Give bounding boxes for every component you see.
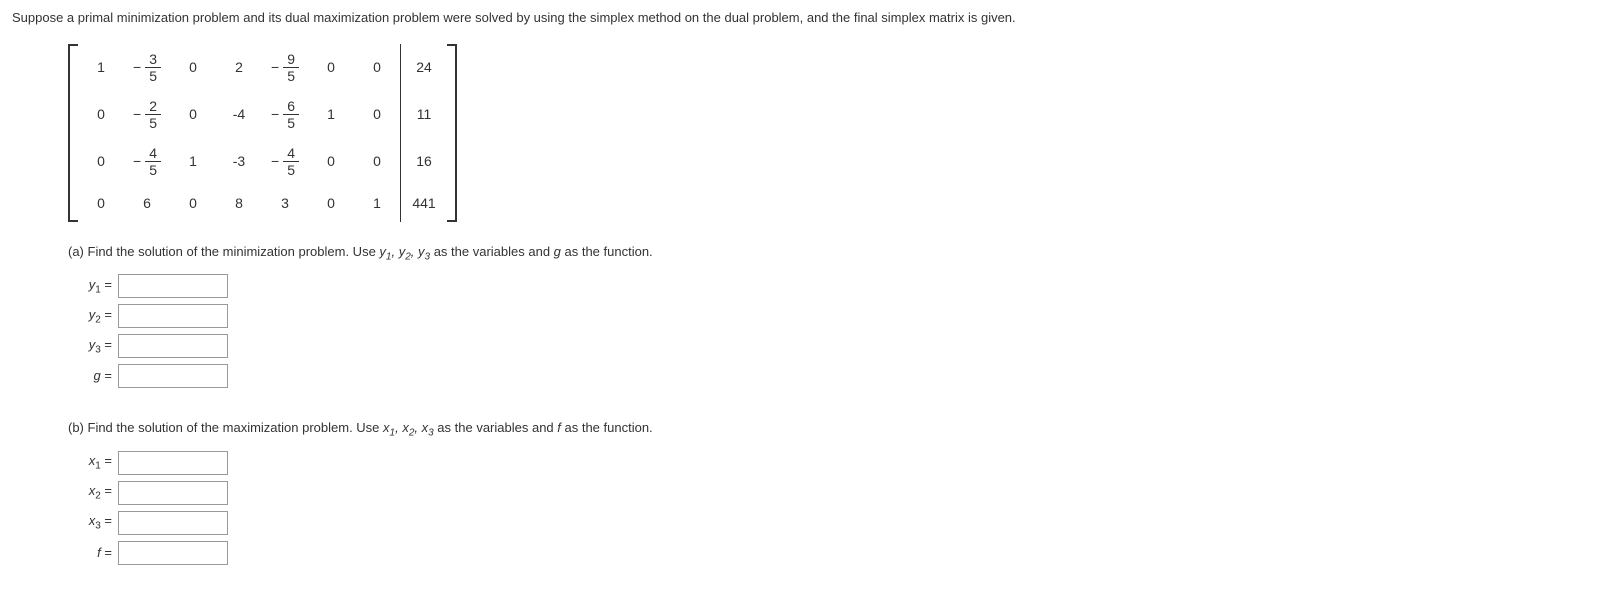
part-a-text: (a) Find the solution of the minimizatio…: [68, 242, 1590, 265]
g-input[interactable]: [118, 364, 228, 388]
problem-statement: Suppose a primal minimization problem an…: [12, 8, 1590, 28]
matrix-cell: 3: [262, 185, 308, 222]
matrix-cell: −45: [124, 138, 170, 185]
y3-row: y3 =: [68, 334, 1590, 358]
y2-row: y2 =: [68, 304, 1590, 328]
x3-input[interactable]: [118, 511, 228, 535]
x1-input[interactable]: [118, 451, 228, 475]
matrix-cell: 6: [124, 185, 170, 222]
matrix-cell: −65: [262, 91, 308, 138]
matrix-cell: −35: [124, 44, 170, 91]
matrix-row: 0−451-3−450016: [78, 138, 447, 185]
y3-input[interactable]: [118, 334, 228, 358]
matrix-cell: 0: [170, 185, 216, 222]
f-input[interactable]: [118, 541, 228, 565]
matrix-cell: 0: [170, 44, 216, 91]
part-b-vars: x1, x2, x3: [383, 420, 434, 435]
matrix-cell: 0: [78, 138, 124, 185]
matrix-row: 1−3502−950024: [78, 44, 447, 91]
f-row: f =: [68, 541, 1590, 565]
matrix-left-bracket: [68, 44, 78, 222]
x2-input[interactable]: [118, 481, 228, 505]
matrix-cell: 1: [308, 91, 354, 138]
matrix-cell: 1: [78, 44, 124, 91]
matrix-cell: 0: [78, 91, 124, 138]
matrix-cell: 441: [401, 185, 448, 222]
matrix-cell: 0: [308, 44, 354, 91]
matrix-cell: 0: [354, 138, 401, 185]
part-b-answers: x1 = x2 = x3 = f =: [68, 451, 1590, 565]
matrix-cell: −95: [262, 44, 308, 91]
matrix-cell: 0: [170, 91, 216, 138]
simplex-matrix: 1−3502−9500240−250-4−6510110−451-3−45001…: [68, 44, 1590, 222]
matrix-cell: 0: [308, 138, 354, 185]
matrix-cell: 1: [354, 185, 401, 222]
matrix-cell: -3: [216, 138, 262, 185]
matrix-cell: −45: [262, 138, 308, 185]
matrix-cell: −25: [124, 91, 170, 138]
y1-row: y1 =: [68, 274, 1590, 298]
matrix-cell: 16: [401, 138, 448, 185]
part-a-answers: y1 = y2 = y3 = g =: [68, 274, 1590, 388]
matrix-cell: 8: [216, 185, 262, 222]
matrix-cell: 0: [308, 185, 354, 222]
x2-row: x2 =: [68, 481, 1590, 505]
matrix-cell: -4: [216, 91, 262, 138]
part-a-vars: y1, y2, y3: [379, 244, 430, 259]
matrix-cell: 0: [354, 91, 401, 138]
part-b-text: (b) Find the solution of the maximizatio…: [68, 418, 1590, 441]
matrix-cell: 0: [354, 44, 401, 91]
x3-row: x3 =: [68, 511, 1590, 535]
g-row: g =: [68, 364, 1590, 388]
matrix-cell: 24: [401, 44, 448, 91]
y1-input[interactable]: [118, 274, 228, 298]
matrix-right-bracket: [447, 44, 457, 222]
matrix-cell: 11: [401, 91, 448, 138]
matrix-row: 0−250-4−651011: [78, 91, 447, 138]
matrix-cell: 2: [216, 44, 262, 91]
matrix-table: 1−3502−9500240−250-4−6510110−451-3−45001…: [78, 44, 447, 222]
x1-row: x1 =: [68, 451, 1590, 475]
matrix-cell: 0: [78, 185, 124, 222]
y2-input[interactable]: [118, 304, 228, 328]
matrix-row: 0608301441: [78, 185, 447, 222]
matrix-cell: 1: [170, 138, 216, 185]
